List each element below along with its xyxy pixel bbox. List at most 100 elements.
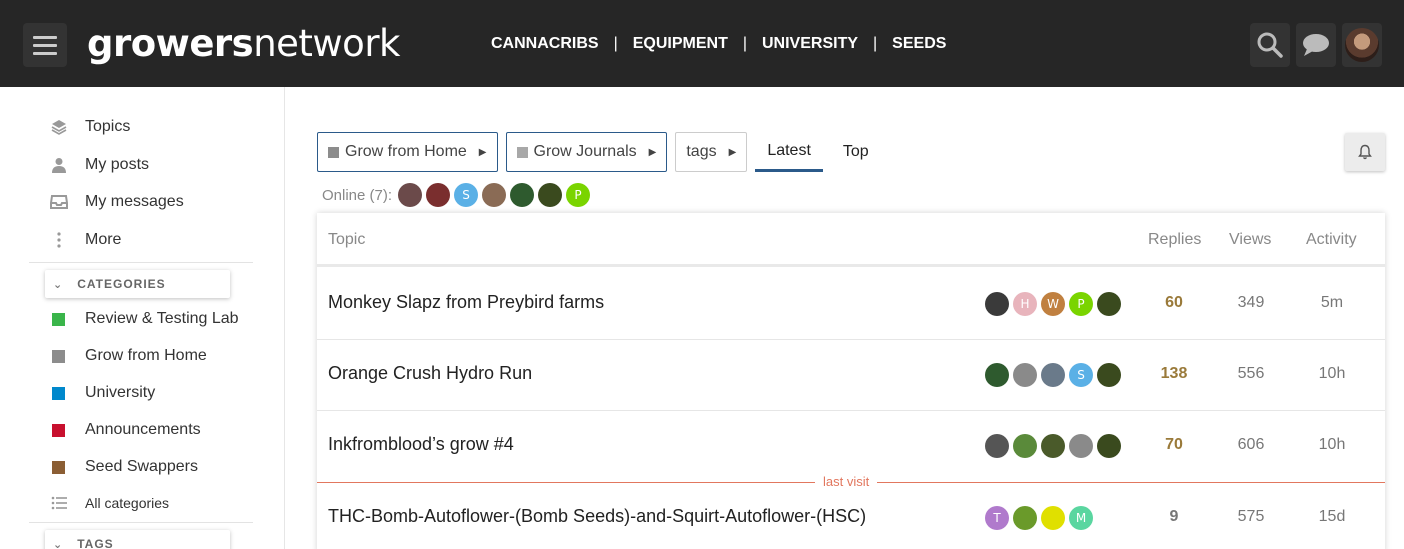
poster-avatar[interactable] — [1041, 506, 1065, 530]
topic-title-link[interactable]: Orange Crush Hydro Run — [328, 363, 532, 384]
header-topic[interactable]: Topic — [328, 231, 365, 249]
header-activity[interactable]: Activity — [1306, 231, 1357, 249]
poster-avatar[interactable] — [1041, 363, 1065, 387]
topic-row[interactable]: Monkey Slapz from Preybird farms H W P 60 349… — [317, 269, 1385, 340]
topic-activity[interactable]: 5m — [1302, 294, 1362, 312]
poster-avatar[interactable] — [1013, 506, 1037, 530]
topic-row[interactable]: Inkfromblood’s grow #4 70 606 10h — [317, 411, 1385, 482]
topic-activity[interactable]: 15d — [1302, 508, 1362, 526]
topic-activity[interactable]: 10h — [1302, 365, 1362, 383]
online-user-avatar[interactable] — [510, 183, 535, 207]
sidebar-divider — [29, 262, 253, 263]
category-color-swatch — [52, 386, 65, 400]
topic-views: 606 — [1237, 436, 1265, 453]
topic-replies[interactable]: 60 — [1144, 294, 1204, 312]
topic-list: Topic Replies Views Activity Monkey Slap… — [317, 213, 1385, 549]
list-icon — [50, 494, 68, 512]
all-categories-label: All categories — [85, 495, 170, 511]
header-replies[interactable]: Replies — [1148, 231, 1201, 249]
site-logo[interactable]: growersnetwork — [87, 22, 400, 66]
poster-avatar[interactable] — [985, 292, 1009, 316]
hamburger-menu-icon[interactable] — [23, 23, 67, 67]
topic-views: 349 — [1237, 294, 1265, 311]
topic-views: 575 — [1237, 508, 1265, 525]
nav-link-university[interactable]: UNIVERSITY — [762, 35, 858, 53]
category-color-swatch — [52, 423, 65, 437]
poster-avatar[interactable] — [1013, 434, 1037, 458]
online-user-avatar[interactable] — [426, 183, 451, 207]
header-views[interactable]: Views — [1229, 231, 1271, 249]
poster-avatar[interactable]: W — [1041, 292, 1065, 316]
nav-link-equipment[interactable]: EQUIPMENT — [633, 35, 728, 53]
poster-avatar[interactable] — [985, 434, 1009, 458]
poster-avatar[interactable] — [1041, 434, 1065, 458]
topic-title-link[interactable]: Inkfromblood’s grow #4 — [328, 434, 514, 455]
poster-avatar[interactable] — [1097, 292, 1121, 316]
tags-section-toggle[interactable]: ⌄ TAGS — [45, 530, 230, 549]
sidebar-item-my-messages[interactable]: My messages — [50, 193, 184, 211]
poster-avatar[interactable] — [1097, 363, 1121, 387]
poster-avatar[interactable]: M — [1069, 506, 1093, 530]
poster-avatar[interactable]: T — [985, 506, 1009, 530]
caret-right-icon: ▶ — [478, 146, 487, 158]
search-icon[interactable] — [1250, 23, 1290, 67]
topic-replies[interactable]: 9 — [1144, 508, 1204, 526]
chat-icon[interactable] — [1296, 23, 1336, 67]
online-user-avatar[interactable] — [482, 183, 507, 207]
topic-row[interactable]: Orange Crush Hydro Run S 138 556 10h — [317, 340, 1385, 411]
online-avatars: SP — [398, 183, 591, 207]
sidebar-all-categories[interactable]: All categories — [50, 494, 169, 512]
sidebar-category-university[interactable]: University — [50, 384, 155, 402]
sidebar-category-grow-from-home[interactable]: Grow from Home — [50, 347, 207, 365]
sidebar-category-seed-swappers[interactable]: Seed Swappers — [50, 458, 198, 476]
chevron-down-icon: ⌄ — [53, 538, 64, 549]
top-nav: CANNACRIBS | EQUIPMENT | UNIVERSITY | SE… — [491, 35, 946, 53]
poster-avatar[interactable] — [985, 363, 1009, 387]
poster-avatar[interactable]: P — [1069, 292, 1093, 316]
poster-avatar[interactable] — [1013, 363, 1037, 387]
category-dropdown[interactable]: Grow from Home ▶ — [317, 132, 498, 172]
sidebar-item-label: More — [85, 231, 122, 248]
sidebar-item-more[interactable]: More — [50, 231, 121, 249]
notification-bell-icon[interactable] — [1345, 133, 1385, 171]
last-visit-label: last visit — [815, 474, 878, 489]
sidebar-category-announcements[interactable]: Announcements — [50, 421, 201, 439]
sidebar: Topics My posts My messages More ⌄ CATEG… — [0, 87, 285, 549]
online-user-avatar[interactable] — [538, 183, 563, 207]
sidebar-item-label: My posts — [85, 156, 150, 173]
tags-header: TAGS — [77, 537, 114, 549]
sidebar-item-my-posts[interactable]: My posts — [50, 156, 149, 174]
topic-activity[interactable]: 10h — [1302, 436, 1362, 454]
user-avatar[interactable] — [1342, 23, 1382, 67]
poster-avatar[interactable] — [1069, 434, 1093, 458]
tab-latest[interactable]: Latest — [755, 132, 823, 172]
topic-replies[interactable]: 70 — [1144, 436, 1204, 454]
nav-separator: | — [873, 35, 878, 52]
tab-top[interactable]: Top — [831, 132, 881, 172]
topic-title-link[interactable]: THC-Bomb-Autoflower-(Bomb Seeds)-and-Squ… — [328, 506, 866, 527]
nav-link-seeds[interactable]: SEEDS — [892, 35, 946, 53]
sidebar-category-review-testing-lab[interactable]: Review & Testing Lab — [50, 310, 239, 328]
category-color-swatch — [52, 312, 65, 326]
more-vertical-icon — [50, 231, 68, 249]
online-user-avatar[interactable] — [398, 183, 423, 207]
category-color-swatch — [516, 146, 528, 158]
online-label: Online (7): — [322, 186, 393, 204]
categories-section-toggle[interactable]: ⌄ CATEGORIES — [45, 270, 230, 298]
online-user-avatar[interactable]: P — [566, 183, 591, 207]
poster-avatar[interactable] — [1097, 434, 1121, 458]
online-user-avatar[interactable]: S — [454, 183, 479, 207]
topic-row[interactable]: THC-Bomb-Autoflower-(Bomb Seeds)-and-Squ… — [317, 483, 1385, 549]
topic-replies[interactable]: 138 — [1144, 365, 1204, 383]
sidebar-item-topics[interactable]: Topics — [50, 118, 130, 136]
topic-posters — [985, 434, 1121, 458]
category-label: University — [85, 384, 156, 401]
tags-dropdown[interactable]: tags ▶ — [675, 132, 748, 172]
poster-avatar[interactable]: S — [1069, 363, 1093, 387]
category-label: Seed Swappers — [85, 458, 198, 475]
poster-avatar[interactable]: H — [1013, 292, 1037, 316]
topic-title-link[interactable]: Monkey Slapz from Preybird farms — [328, 292, 604, 313]
layers-icon — [50, 118, 68, 136]
nav-link-cannacribs[interactable]: CANNACRIBS — [491, 35, 599, 53]
subcategory-dropdown[interactable]: Grow Journals ▶ — [505, 132, 668, 172]
